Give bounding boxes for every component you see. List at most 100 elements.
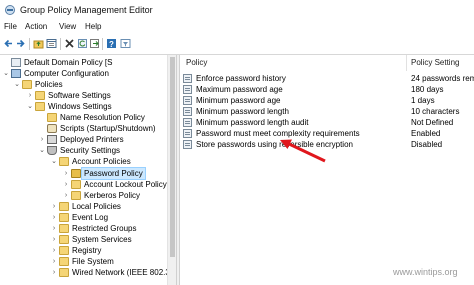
tree-node-label: Event Log (72, 212, 109, 222)
menu-view[interactable]: View (59, 22, 76, 31)
tree-node[interactable]: › Account Lockout Policy (62, 179, 176, 190)
folder-up-icon[interactable] (33, 38, 44, 49)
scroll-icon (47, 124, 57, 134)
policy-setting-icon (183, 140, 192, 149)
folder-icon (59, 223, 69, 233)
tree-node[interactable]: › File System (50, 256, 176, 267)
menu-help[interactable]: Help (85, 22, 101, 31)
tree-node[interactable]: › Restricted Groups (50, 223, 176, 234)
policy-setting-value: Disabled (411, 140, 443, 149)
tree-node-label: Scripts (Startup/Shutdown) (60, 124, 156, 134)
tree-node[interactable]: ⌄ Computer Configuration (2, 68, 162, 79)
chevron-right-icon[interactable]: › (50, 212, 58, 223)
no-chevron (2, 57, 10, 68)
tree-node[interactable]: › Registry (50, 245, 176, 256)
shield-icon (47, 146, 57, 156)
policy-setting-icon (183, 85, 192, 94)
policy-name: Enforce password history (196, 74, 286, 83)
chevron-right-icon[interactable]: › (50, 234, 58, 245)
toolbar-separator (60, 38, 61, 50)
folder-icon (59, 212, 69, 222)
tree-node-label: Account Policies (72, 157, 131, 167)
tree-node-label: Computer Configuration (24, 69, 109, 79)
policy-doc-icon (11, 58, 21, 67)
policy-setting-icon (183, 118, 192, 127)
tree-node[interactable]: › Kerberos Policy (62, 190, 176, 201)
tree-node[interactable]: › Local Policies (50, 201, 176, 212)
tree-node-label: Password Policy (81, 166, 146, 180)
no-chevron (38, 112, 46, 123)
tree-node[interactable]: › Event Log (50, 212, 176, 223)
chevron-right-icon[interactable]: › (38, 134, 46, 145)
chevron-right-icon[interactable]: › (50, 256, 58, 267)
printer-icon (47, 135, 57, 145)
chevron-down-icon[interactable]: ⌄ (13, 79, 21, 90)
column-header-policy[interactable]: Policy (186, 58, 207, 67)
policy-setting-value: Not Defined (411, 118, 454, 127)
chevron-down-icon[interactable]: ⌄ (38, 145, 46, 156)
policy-setting-value: 1 days (411, 96, 435, 105)
tree-node[interactable]: Default Domain Policy [S (2, 57, 162, 68)
policy-setting-icon (183, 107, 192, 116)
forward-icon[interactable] (15, 38, 26, 49)
properties-icon[interactable] (46, 38, 57, 49)
annotation-arrow (280, 139, 326, 163)
tree-node-label: Deployed Printers (60, 135, 124, 145)
tree-node[interactable]: ⌄ Windows Settings (26, 101, 176, 112)
tree-node[interactable]: › System Services (50, 234, 176, 245)
folder-icon (59, 245, 69, 255)
help-icon[interactable]: ? (106, 38, 117, 49)
menu-bar: File Action View Help (0, 22, 474, 35)
chevron-right-icon[interactable]: › (50, 201, 58, 212)
toolbar: ? (0, 36, 474, 53)
chevron-right-icon[interactable]: › (26, 90, 34, 101)
folder-icon (71, 168, 81, 178)
policy-row[interactable]: Maximum password age 180 days (180, 84, 474, 95)
tree-node[interactable]: › Software Settings (26, 90, 176, 101)
tree-node[interactable]: › Password Policy (62, 166, 176, 180)
chevron-down-icon[interactable]: ⌄ (50, 156, 58, 167)
tree-node[interactable]: ⌄ Account Policies (50, 156, 176, 167)
column-header-policy-setting[interactable]: Policy Setting (411, 58, 459, 67)
menu-file[interactable]: File (4, 22, 17, 31)
folder-icon (71, 190, 81, 200)
chevron-right-icon[interactable]: › (62, 179, 70, 190)
tree-node[interactable]: ⌄ Security Settings (38, 145, 176, 156)
column-divider[interactable] (406, 55, 407, 71)
tree-node[interactable]: ⌄ Policies (13, 79, 173, 90)
chevron-down-icon[interactable]: ⌄ (2, 68, 10, 79)
tree-node-label: System Services (72, 234, 132, 244)
filter-icon[interactable] (120, 38, 131, 49)
policy-row[interactable]: Minimum password length audit Not Defined (180, 117, 474, 128)
export-icon[interactable] (89, 38, 100, 49)
back-icon[interactable] (3, 38, 14, 49)
tree-node-label: Security Settings (60, 146, 121, 156)
menu-action[interactable]: Action (25, 22, 47, 31)
chevron-right-icon[interactable]: › (62, 190, 70, 201)
chevron-right-icon[interactable]: › (50, 267, 58, 278)
folder-icon (59, 267, 69, 277)
chevron-down-icon[interactable]: ⌄ (26, 101, 34, 112)
tree-node-label: Restricted Groups (72, 223, 137, 233)
tree-node[interactable]: › Wired Network (IEEE 802.3 (50, 267, 176, 278)
chevron-right-icon[interactable]: › (50, 223, 58, 234)
tree-node[interactable]: Scripts (Startup/Shutdown) (38, 123, 176, 134)
policy-row[interactable]: Enforce password history 24 passwords rem (180, 73, 474, 84)
policy-row[interactable]: Minimum password age 1 days (180, 95, 474, 106)
delete-icon[interactable] (64, 38, 75, 49)
toolbar-separator (29, 38, 30, 50)
policy-row[interactable]: Minimum password length 10 characters (180, 106, 474, 117)
annotation-arrow-shaft (286, 141, 326, 163)
policy-setting-icon (183, 74, 192, 83)
folder-icon (59, 256, 69, 266)
refresh-icon[interactable] (77, 38, 88, 49)
tree-node[interactable]: › Deployed Printers (38, 134, 176, 145)
policy-setting-icon (183, 96, 192, 105)
tree-node-label: Default Domain Policy [S (24, 58, 113, 67)
tree-node[interactable]: Name Resolution Policy (38, 112, 176, 123)
tree-scrollbar-thumb[interactable] (170, 57, 175, 257)
chevron-right-icon[interactable]: › (50, 245, 58, 256)
folder-icon (35, 102, 45, 112)
chevron-right-icon[interactable]: › (62, 168, 70, 179)
svg-text:?: ? (109, 40, 114, 49)
